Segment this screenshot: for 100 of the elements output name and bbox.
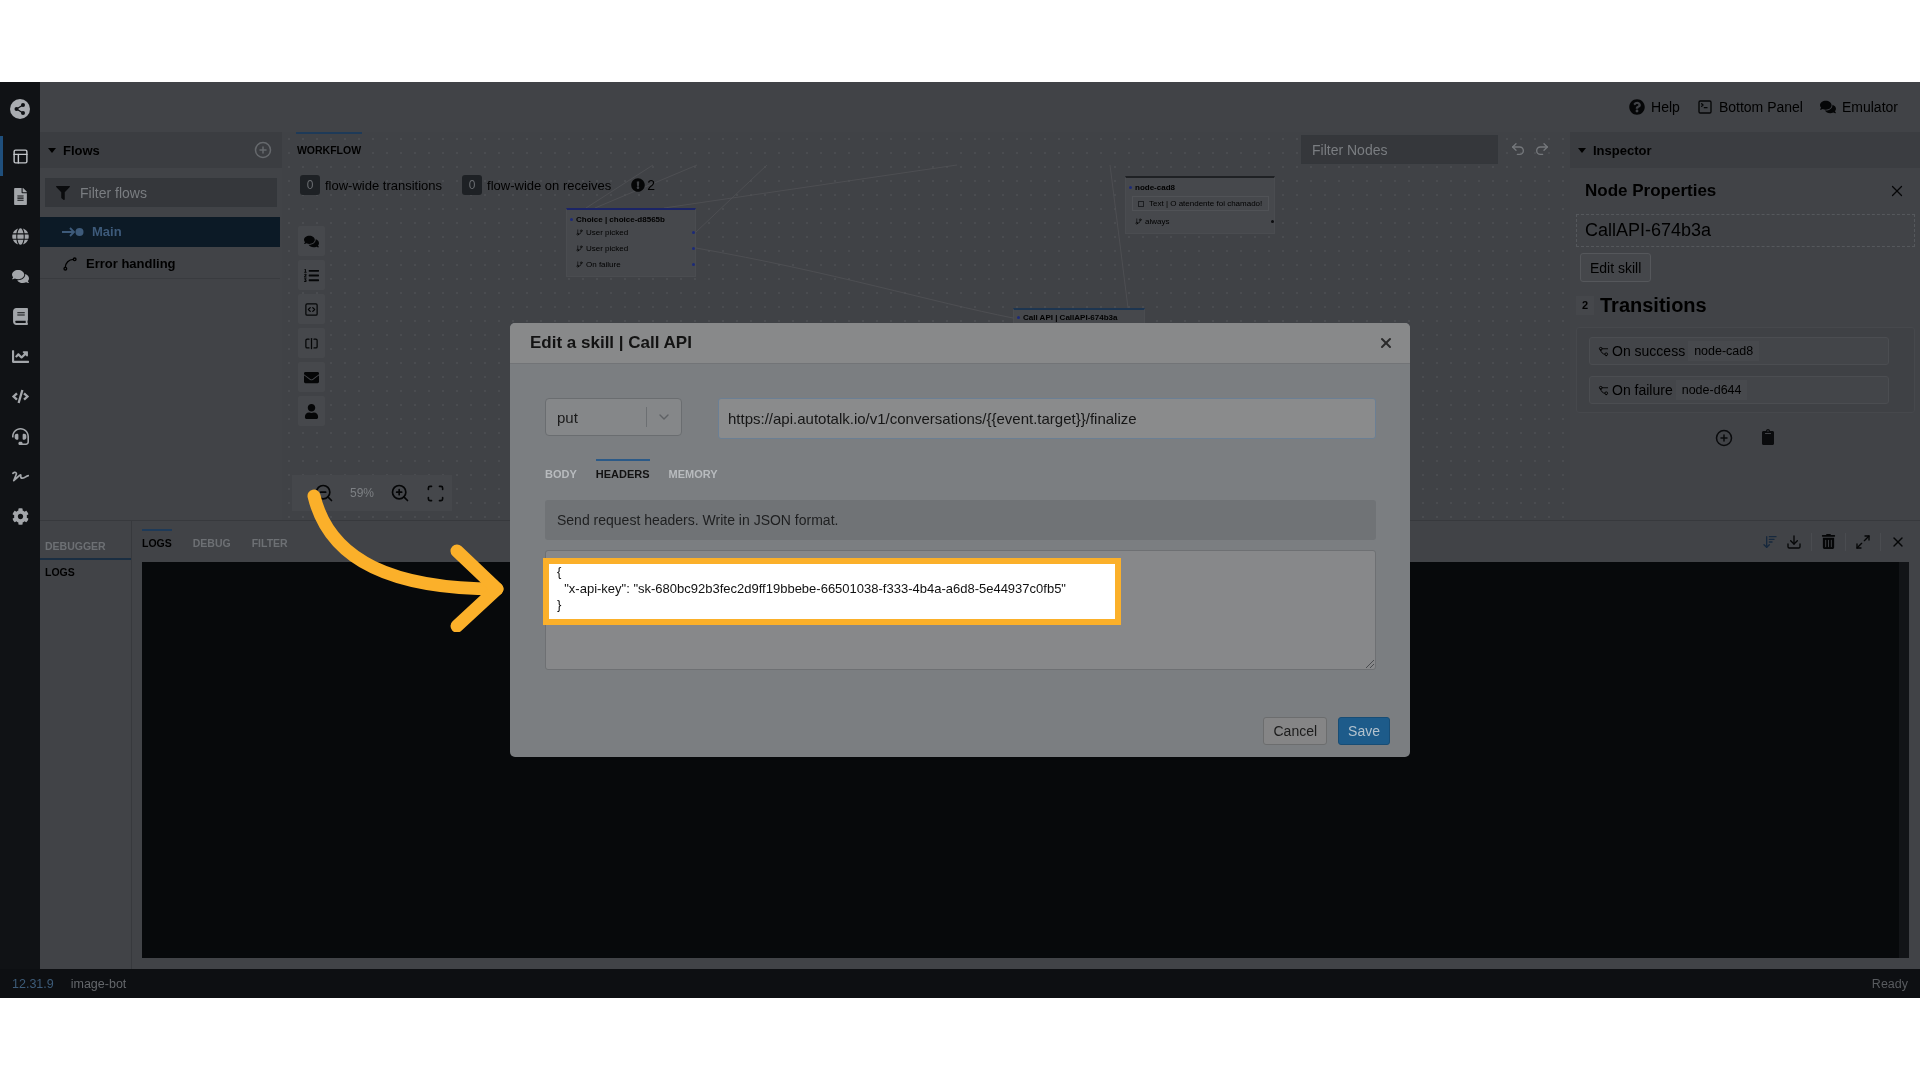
workflow-tab[interactable]: WORKFLOW <box>296 132 362 165</box>
tool-button[interactable] <box>298 294 325 324</box>
redo-icon[interactable] <box>1534 141 1550 157</box>
sort-icon[interactable] <box>1762 533 1778 550</box>
port-dot-icon <box>1017 315 1020 319</box>
add-icon[interactable] <box>1715 429 1733 447</box>
badge-label: flow-wide transitions <box>325 177 443 193</box>
user-icon <box>304 403 319 419</box>
dialog-tab[interactable]: BODY <box>545 459 577 480</box>
download-icon[interactable] <box>1786 533 1802 550</box>
filter-icon <box>56 186 70 200</box>
caret-icon[interactable] <box>1578 147 1586 153</box>
headers-field[interactable]: { "x-api-key": "sk-680bc92b3fec2d9ff19bbebe-66501038-f333-4b4a-a6d8-5e44937c0fb5" } <box>545 550 1376 670</box>
badge-label: flow-wide on receives <box>487 177 612 193</box>
flow-node[interactable]: Choice | choice-d8565b User picked User picked On failure <box>566 208 696 277</box>
share-logo-icon[interactable] <box>10 99 30 119</box>
book-icon <box>11 307 29 325</box>
terminal-icon <box>1696 99 1713 115</box>
headers-json-text: { "x-api-key": "sk-680bc92b3fec2d9ff19bbebe-66501038-f333-4b4a-a6d8-5e44937c0fb5" } <box>557 564 1067 614</box>
edit-skill-button[interactable]: Edit skill <box>1580 253 1652 282</box>
panel-tab[interactable]: LOGS <box>142 529 172 549</box>
port-dot-icon[interactable] <box>692 246 695 250</box>
zoom-in-icon[interactable] <box>390 483 411 503</box>
bottom-panel-button[interactable]: Bottom Panel <box>1696 99 1803 115</box>
tool-button[interactable] <box>298 328 325 358</box>
dialog-tab[interactable]: HEADERS <box>595 459 650 480</box>
section-heading: Transitions <box>1600 293 1707 317</box>
port-dot-icon[interactable] <box>692 230 695 234</box>
clipboard-icon[interactable] <box>1760 429 1776 445</box>
transition-label: On failure <box>1612 382 1673 398</box>
fit-screen-icon[interactable] <box>426 483 446 503</box>
port-dot-icon[interactable] <box>692 262 695 266</box>
bot-name-text: image-bot <box>70 976 127 991</box>
document-icon <box>11 187 29 205</box>
tool-button[interactable] <box>298 396 325 426</box>
code-box-icon <box>304 301 319 317</box>
count-badge: 0 <box>462 175 483 195</box>
port-dot-icon <box>570 217 573 221</box>
line-chart-icon <box>11 347 29 365</box>
side-list-item[interactable]: LOGS <box>40 560 131 578</box>
caret-icon[interactable] <box>48 147 56 153</box>
code-icon <box>11 387 29 405</box>
tool-button[interactable] <box>298 362 325 392</box>
node-title: Choice | choice-d8565b <box>576 214 665 224</box>
chat-bubbles-icon <box>11 267 29 285</box>
save-button[interactable]: Save <box>1338 717 1390 745</box>
dialog-title: Edit a skill | Call API <box>530 333 692 353</box>
flow-list-item[interactable]: Main <box>40 217 280 247</box>
warning-count: 2 <box>647 177 656 193</box>
tool-button[interactable] <box>298 226 325 256</box>
tool-button[interactable] <box>298 260 325 290</box>
transition-item[interactable]: On failure node-d644 <box>1589 376 1889 404</box>
undo-icon[interactable] <box>1510 141 1526 157</box>
branch-icon <box>1598 384 1609 396</box>
branch-icon <box>576 228 583 236</box>
headset-icon <box>11 427 29 445</box>
dialog-tab[interactable]: MEMORY <box>668 459 718 480</box>
branch-icon <box>576 260 583 268</box>
branch-icon <box>576 244 583 252</box>
section-heading: Node Properties <box>1585 181 1717 201</box>
panel-title: Flows <box>63 142 100 158</box>
node-row-text: User picked <box>586 243 629 253</box>
spline-icon <box>62 255 78 272</box>
port-dot-icon <box>1129 185 1132 189</box>
flow-node[interactable]: node-cad8 Text | O atendente foi chamado! always <box>1125 176 1275 234</box>
port-dot-icon[interactable] <box>1271 219 1274 223</box>
envelope-icon <box>304 369 319 385</box>
count-badge: 0 <box>300 175 320 195</box>
node-tag: node-d644 <box>1675 380 1748 400</box>
emulator-button[interactable]: Emulator <box>1819 99 1898 115</box>
resize-handle-icon[interactable] <box>1366 660 1374 668</box>
chat-bubbles-icon <box>304 233 319 249</box>
arrow-to-dot-icon <box>62 226 84 237</box>
flow-list-item[interactable]: Error handling <box>40 249 280 279</box>
cancel-button[interactable]: Cancel <box>1263 717 1328 745</box>
expand-icon[interactable] <box>1855 533 1871 550</box>
node-row-text: On failure <box>586 259 621 269</box>
url-field[interactable]: https://api.autotalk.io/v1/conversations/{{event.target}}/finalize <box>718 398 1376 439</box>
split-icon <box>304 335 319 351</box>
chat-bubbles-icon <box>1819 99 1836 115</box>
method-select[interactable]: put <box>545 398 682 436</box>
node-row-text: User picked <box>586 227 629 237</box>
warning-icon[interactable] <box>631 178 646 192</box>
filter-field[interactable]: Filter flows <box>45 178 277 207</box>
checkbox-icon <box>1138 200 1144 207</box>
node-name-field[interactable]: CallAPI-674b3a <box>1576 214 1915 247</box>
numbered-list-icon <box>304 267 319 283</box>
transition-label: On success <box>1612 343 1686 359</box>
help-button[interactable]: Help <box>1629 99 1680 115</box>
layout-icon <box>11 147 29 165</box>
branch-icon <box>1598 345 1609 357</box>
close-icon[interactable] <box>1378 335 1394 351</box>
node-title: Call API | CallAPI-674b3a <box>1023 312 1118 322</box>
trash-icon[interactable] <box>1821 534 1836 549</box>
zoom-out-icon[interactable] <box>314 483 334 503</box>
add-icon[interactable] <box>254 141 272 159</box>
transition-item[interactable]: On success node-cad8 <box>1589 337 1889 365</box>
count-badge: 2 <box>1576 295 1594 315</box>
flow-node[interactable]: Call API | CallAPI-674b3a <box>1013 308 1145 323</box>
filter-nodes-field[interactable]: Filter Nodes <box>1301 135 1498 164</box>
